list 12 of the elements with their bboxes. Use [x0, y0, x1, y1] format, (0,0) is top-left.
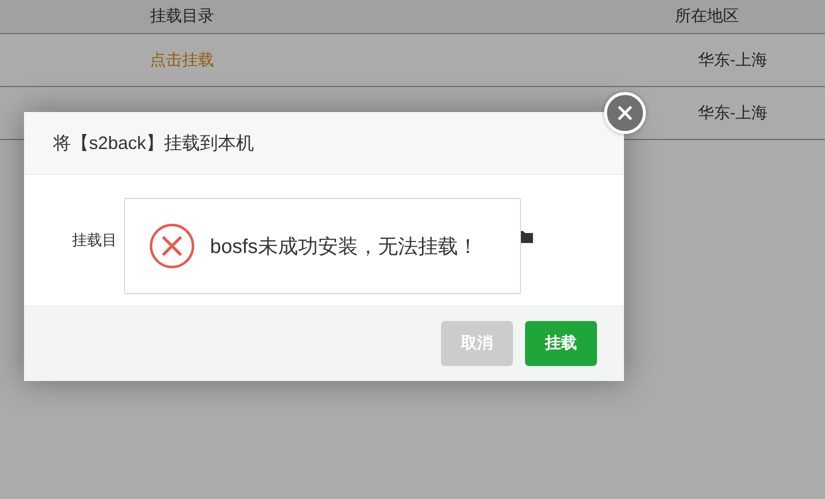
close-button[interactable]	[604, 92, 646, 134]
error-message: bosfs未成功安装，无法挂载！	[210, 234, 478, 260]
region-cell-text: 华东-上海	[698, 50, 768, 70]
error-icon	[149, 223, 195, 269]
close-icon	[616, 104, 634, 122]
dialog-title: 将【s2back】挂载到本机	[53, 132, 254, 155]
region-cell-text: 华东-上海	[698, 104, 768, 124]
column-header: 所在地区	[675, 6, 739, 27]
field-label: 挂载目	[72, 230, 117, 250]
mount-link[interactable]: 点击挂载	[150, 50, 698, 70]
column-header: 挂载目录	[150, 6, 215, 27]
mount-button[interactable]: 挂载	[525, 321, 597, 366]
